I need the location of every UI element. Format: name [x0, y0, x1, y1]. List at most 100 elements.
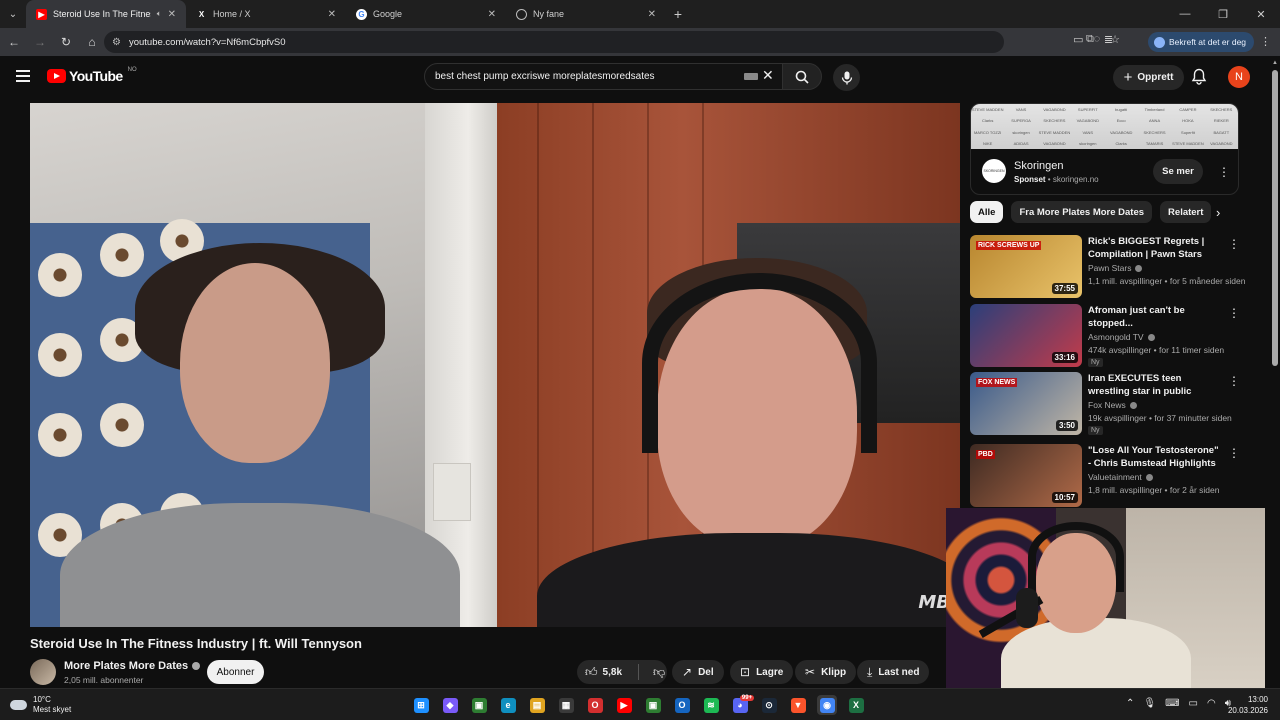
more-options-icon[interactable]: ⋮	[1228, 237, 1240, 251]
close-tab-icon[interactable]: ✕	[328, 9, 336, 20]
chevron-right-icon[interactable]: ›	[1216, 205, 1220, 220]
ad-more-icon[interactable]: ⋮	[1218, 165, 1230, 179]
verify-identity-button[interactable]: Bekreft at det er deg	[1148, 32, 1255, 52]
speaker-icon[interactable]: 🔈︎	[157, 9, 162, 19]
notifications-button[interactable]	[1191, 68, 1207, 90]
tab-search-icon[interactable]: ⌄	[0, 0, 26, 28]
recommendation-item[interactable]: PBD 10:57 "Lose All Your Testosterone" - C…	[970, 444, 1240, 508]
address-bar[interactable]: ⚙ youtube.com/watch?v=Nf6mCbpfvS0	[104, 31, 1004, 53]
chip-related[interactable]: Relatert	[1160, 201, 1212, 223]
ad-cta-button[interactable]: Se mer	[1153, 159, 1203, 184]
site-info-icon[interactable]: ⚙	[112, 37, 121, 48]
youtube-logo[interactable]: YouTube NO	[47, 67, 137, 84]
store-icon[interactable]: ▦	[556, 695, 576, 715]
page-scrollbar[interactable]: ▲	[1270, 56, 1280, 688]
share-button[interactable]: ↗ Del	[672, 660, 724, 684]
voice-search-button[interactable]	[833, 64, 860, 91]
opera-icon[interactable]: O	[585, 695, 605, 715]
wifi-icon[interactable]: ◠	[1207, 698, 1216, 709]
close-tab-icon[interactable]: ✕	[488, 9, 496, 20]
recommendation-item[interactable]: FOX NEWS 3:50 Iran EXECUTES teen wrestling…	[970, 372, 1240, 436]
video-thumbnail[interactable]: PBD 10:57	[970, 444, 1082, 507]
recommendation-channel[interactable]: Pawn Stars	[1088, 263, 1143, 273]
brave-icon[interactable]: ▼	[788, 695, 808, 715]
recommendation-channel[interactable]: Valuetainment	[1088, 472, 1153, 482]
scroll-up-icon[interactable]: ▲	[1272, 60, 1278, 66]
close-window-icon[interactable]: ✕	[1242, 0, 1280, 28]
chip-all[interactable]: Alle	[970, 201, 1004, 223]
video-thumbnail[interactable]: FOX NEWS 3:50	[970, 372, 1082, 435]
recommendation-channel[interactable]: Fox News	[1088, 400, 1137, 410]
close-tab-icon[interactable]: ✕	[648, 9, 656, 20]
reading-list-icon[interactable]: ≣	[1104, 33, 1113, 46]
tab-new[interactable]: Ny fane ✕	[506, 0, 666, 28]
video-thumbnail[interactable]: RICK SCREWS UP 37:55	[970, 235, 1082, 298]
close-tab-icon[interactable]: ✕	[168, 9, 176, 20]
search-button[interactable]	[782, 63, 822, 90]
chevron-up-icon[interactable]: ⌃	[1126, 698, 1134, 709]
minimize-icon[interactable]: —	[1166, 0, 1204, 28]
more-options-icon[interactable]: ⋮	[1228, 306, 1240, 320]
explorer-icon[interactable]: ▤	[527, 695, 547, 715]
download-button[interactable]: ⤓ Last ned	[857, 660, 930, 684]
maximize-icon[interactable]: ❐	[1204, 0, 1242, 28]
keyboard-icon[interactable]	[744, 73, 758, 80]
recommendation-title[interactable]: "Lose All Your Testosterone" - Chris Bum…	[1088, 444, 1224, 470]
search-input[interactable]: best chest pump excriswe moreplatesmored…	[424, 63, 783, 90]
extensions-icon[interactable]: ⧉	[1086, 33, 1094, 46]
microphone-tray-icon[interactable]: 🎙︎	[1143, 698, 1156, 709]
clock[interactable]: 13:00 20.03.2026	[1222, 694, 1268, 716]
edge-icon[interactable]: e	[498, 695, 518, 715]
steam-icon[interactable]: ⊙	[759, 695, 779, 715]
chrome-icon[interactable]: ◉	[817, 695, 837, 715]
keyboard-tray-icon[interactable]: ⌨	[1165, 698, 1179, 709]
sponsored-ad-card[interactable]: STEVE MADDEN VANS VAGABOND SUPERFIT bugatti T…	[970, 103, 1239, 195]
clear-search-icon[interactable]: ✕	[762, 67, 774, 84]
chip-from-channel[interactable]: Fra More Plates More Dates	[1011, 201, 1153, 223]
tab-x[interactable]: X Home / X ✕	[186, 0, 346, 28]
tab-google[interactable]: G Google ✕	[346, 0, 506, 28]
thumbnail-text: RICK SCREWS UP	[976, 241, 1042, 250]
display-icon[interactable]: ▭	[1189, 698, 1198, 709]
weather-widget[interactable]: 10°C Mest skyet	[10, 695, 71, 715]
thumbs-down-icon[interactable]: 👎︎	[645, 665, 665, 680]
reload-icon[interactable]: ↻	[54, 35, 78, 49]
discord-icon[interactable]: ◕ 99+	[730, 695, 755, 715]
forward-icon[interactable]: →	[28, 35, 52, 49]
recommendation-channel[interactable]: Asmongold TV	[1088, 332, 1155, 342]
recommendation-title[interactable]: Iran EXECUTES teen wrestling star in pub…	[1088, 372, 1224, 398]
video-thumbnail[interactable]: 33:16	[970, 304, 1082, 367]
more-options-icon[interactable]: ⋮	[1228, 374, 1240, 388]
back-icon[interactable]: ←	[2, 35, 26, 49]
like-button[interactable]: 👍︎ 5,8k	[577, 665, 632, 680]
channel-name[interactable]: More Plates More Dates	[64, 660, 201, 672]
recommendation-title[interactable]: Rick's BIGGEST Regrets | Compilation | P…	[1088, 235, 1224, 261]
clip-button[interactable]: ✂ Klipp	[795, 660, 857, 684]
copilot-icon[interactable]: ◆	[440, 695, 460, 715]
youtube-icon[interactable]: ▶	[614, 695, 634, 715]
app-icon[interactable]: ▣	[469, 695, 489, 715]
recommendation-item[interactable]: 33:16 Afroman just can't be stopped... Asm…	[970, 304, 1240, 368]
recommendation-item[interactable]: RICK SCREWS UP 37:55 Rick's BIGGEST Regret…	[970, 235, 1245, 299]
new-tab-button[interactable]: +	[666, 6, 690, 22]
save-button[interactable]: ⊡ Lagre	[730, 660, 794, 684]
create-button[interactable]: + Opprett	[1113, 65, 1184, 90]
channel-avatar[interactable]	[30, 659, 56, 685]
account-avatar[interactable]: N	[1228, 66, 1250, 88]
scrollbar-thumb[interactable]	[1272, 70, 1278, 366]
video-player[interactable]: MB	[30, 103, 960, 627]
more-options-icon[interactable]: ⋮	[1228, 446, 1240, 460]
recommendation-title[interactable]: Afroman just can't be stopped...	[1088, 304, 1224, 330]
spotify-icon[interactable]: ≋	[701, 695, 721, 715]
windows-icon[interactable]: ⊞	[411, 695, 431, 715]
tab-youtube[interactable]: ▶ Steroid Use In The Fitness Industry | …	[26, 0, 186, 28]
app-icon[interactable]: ▣	[643, 695, 663, 715]
menu-icon[interactable]	[16, 70, 30, 85]
subscribe-button[interactable]: Abonner	[207, 660, 264, 684]
home-icon[interactable]: ⌂	[80, 35, 104, 49]
excel-icon[interactable]: X	[846, 695, 866, 715]
outlook-icon[interactable]: O	[672, 695, 692, 715]
browser-menu-icon[interactable]: ⋮	[1260, 35, 1271, 48]
cast-icon[interactable]: ▭	[1073, 33, 1083, 46]
ad-brand-logo: skoringen	[1012, 129, 1030, 135]
